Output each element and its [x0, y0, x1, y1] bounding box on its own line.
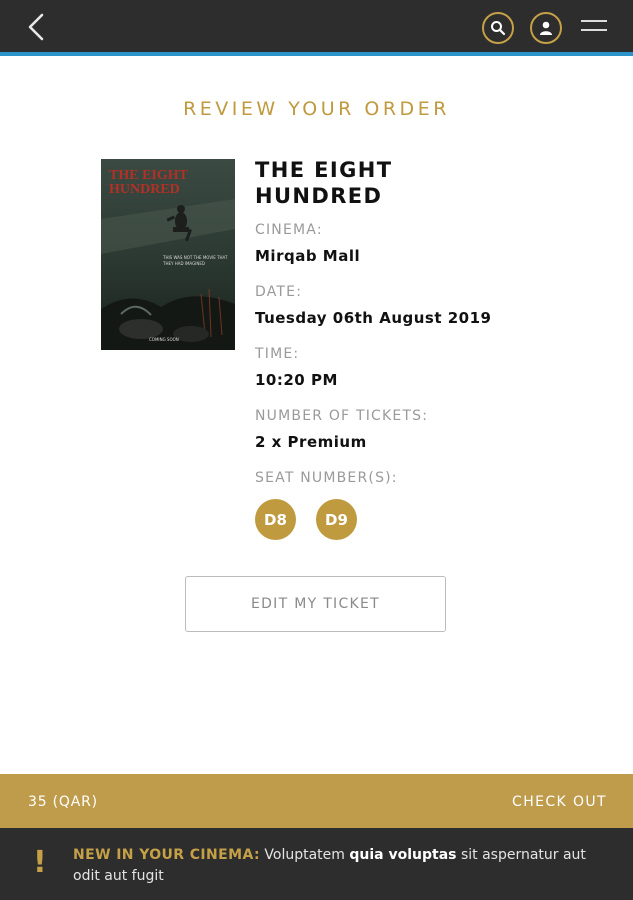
exclamation-icon: ! — [33, 845, 47, 880]
search-icon — [491, 21, 506, 36]
seat-badge[interactable]: D9 — [316, 499, 357, 540]
time-label: TIME: — [255, 346, 300, 362]
seats-label: SEAT NUMBER(S): — [255, 470, 398, 486]
total-price: 35 (QAR) — [28, 794, 98, 810]
date-label: DATE: — [255, 284, 303, 300]
hamburger-menu-icon — [581, 20, 607, 31]
time-value: 10:20 PM — [255, 371, 338, 389]
menu-button[interactable] — [580, 17, 608, 37]
account-button[interactable] — [530, 12, 562, 44]
movie-title: THE EIGHT HUNDRED — [255, 158, 393, 208]
cinema-value: Mirqab Mall — [255, 247, 361, 265]
news-banner: ! NEW IN YOUR CINEMA: Voluptatem quia vo… — [0, 828, 633, 900]
poster-title-text: THE EIGHT HUNDRED — [109, 168, 188, 197]
movie-poster: THE EIGHT HUNDRED THIS WAS NOT THE MOVIE… — [101, 159, 235, 350]
checkout-bar: 35 (QAR) CHECK OUT — [0, 774, 633, 828]
user-icon — [540, 21, 552, 35]
checkout-button[interactable]: CHECK OUT — [512, 794, 607, 810]
poster-tagline: THIS WAS NOT THE MOVIE THAT THEY HAD IMA… — [163, 255, 228, 266]
date-value: Tuesday 06th August 2019 — [255, 309, 492, 327]
top-navigation-bar — [0, 0, 633, 52]
chevron-left-icon — [28, 13, 44, 41]
page-title: REVIEW YOUR ORDER — [183, 98, 450, 120]
poster-footer: COMING SOON — [149, 337, 179, 342]
news-label: NEW IN YOUR CINEMA: — [73, 847, 260, 863]
seat-badge[interactable]: D8 — [255, 499, 296, 540]
search-button[interactable] — [482, 12, 514, 44]
news-text-part: Voluptatem — [259, 847, 350, 863]
header-accent-line — [0, 52, 633, 56]
news-text-bold: quia voluptas — [349, 847, 457, 863]
cinema-label: CINEMA: — [255, 222, 323, 238]
back-button[interactable] — [22, 10, 54, 44]
tickets-value: 2 x Premium — [255, 433, 367, 451]
news-message: NEW IN YOUR CINEMA: Voluptatem quia volu… — [73, 845, 603, 887]
edit-ticket-button[interactable]: EDIT MY TICKET — [185, 576, 446, 632]
tickets-label: NUMBER OF TICKETS: — [255, 408, 429, 424]
